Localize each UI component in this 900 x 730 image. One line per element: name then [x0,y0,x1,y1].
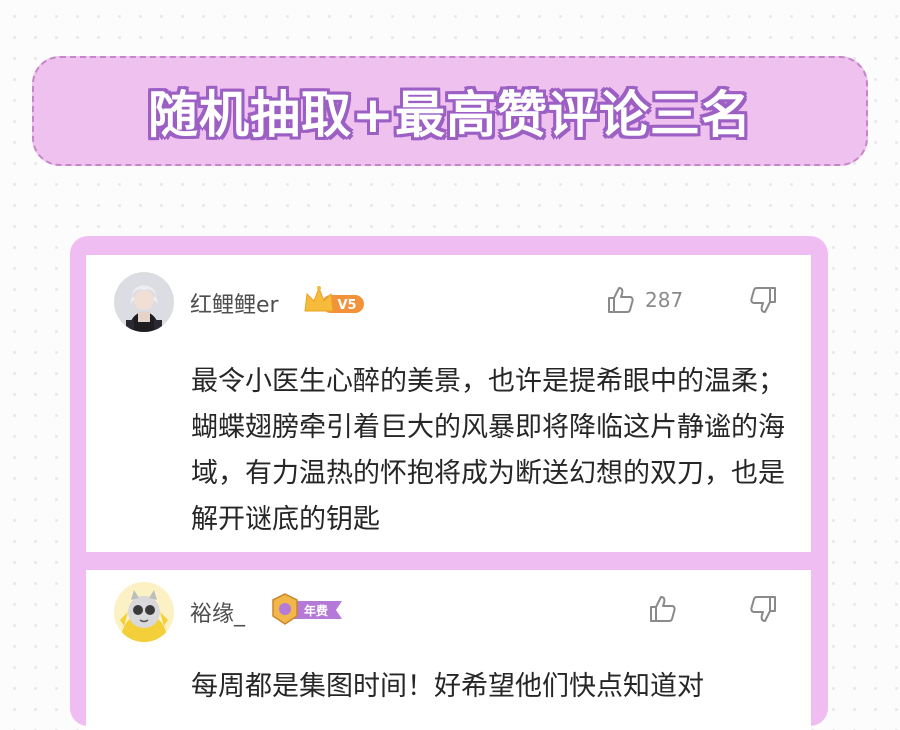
username[interactable]: 红鲤鲤er [190,287,279,319]
comment-text: 最令小医生心醉的美景，也许是提希眼中的温柔；蝴蝶翅膀牵引着巨大的风暴即将降临这片… [191,366,785,535]
vip-level-badge: V5 [302,285,366,315]
title-banner: 随机抽取+最高赞评论三名 [32,56,868,166]
thumbs-down-icon[interactable] [749,594,779,624]
thumbs-up-icon[interactable] [647,594,677,624]
like-count: 287 [645,288,684,312]
avatar[interactable] [114,582,174,642]
comment-text: 每周都是集图时间！好希望他们快点知道对 [191,671,704,702]
avatar[interactable] [114,272,174,332]
thumbs-down-icon[interactable] [749,285,779,315]
vip-level-text: V5 [337,298,356,313]
annual-member-badge: 年费 [270,592,348,628]
banner-title: 随机抽取+最高赞评论三名 [148,86,752,144]
username[interactable]: 裕缘_ [190,596,245,628]
annual-badge-text: 年费 [304,603,328,618]
comment-card: 红鲤鲤er V5 287 最令小医生心醉的美景，也许是提希眼中的温柔；蝴蝶翅膀牵… [86,255,811,552]
crown-icon [304,286,334,312]
comment-card: 裕缘_ 年费 每周都是集图时间！好希望他们快点知道对 [86,570,811,730]
thumbs-up-icon[interactable] [605,285,635,315]
